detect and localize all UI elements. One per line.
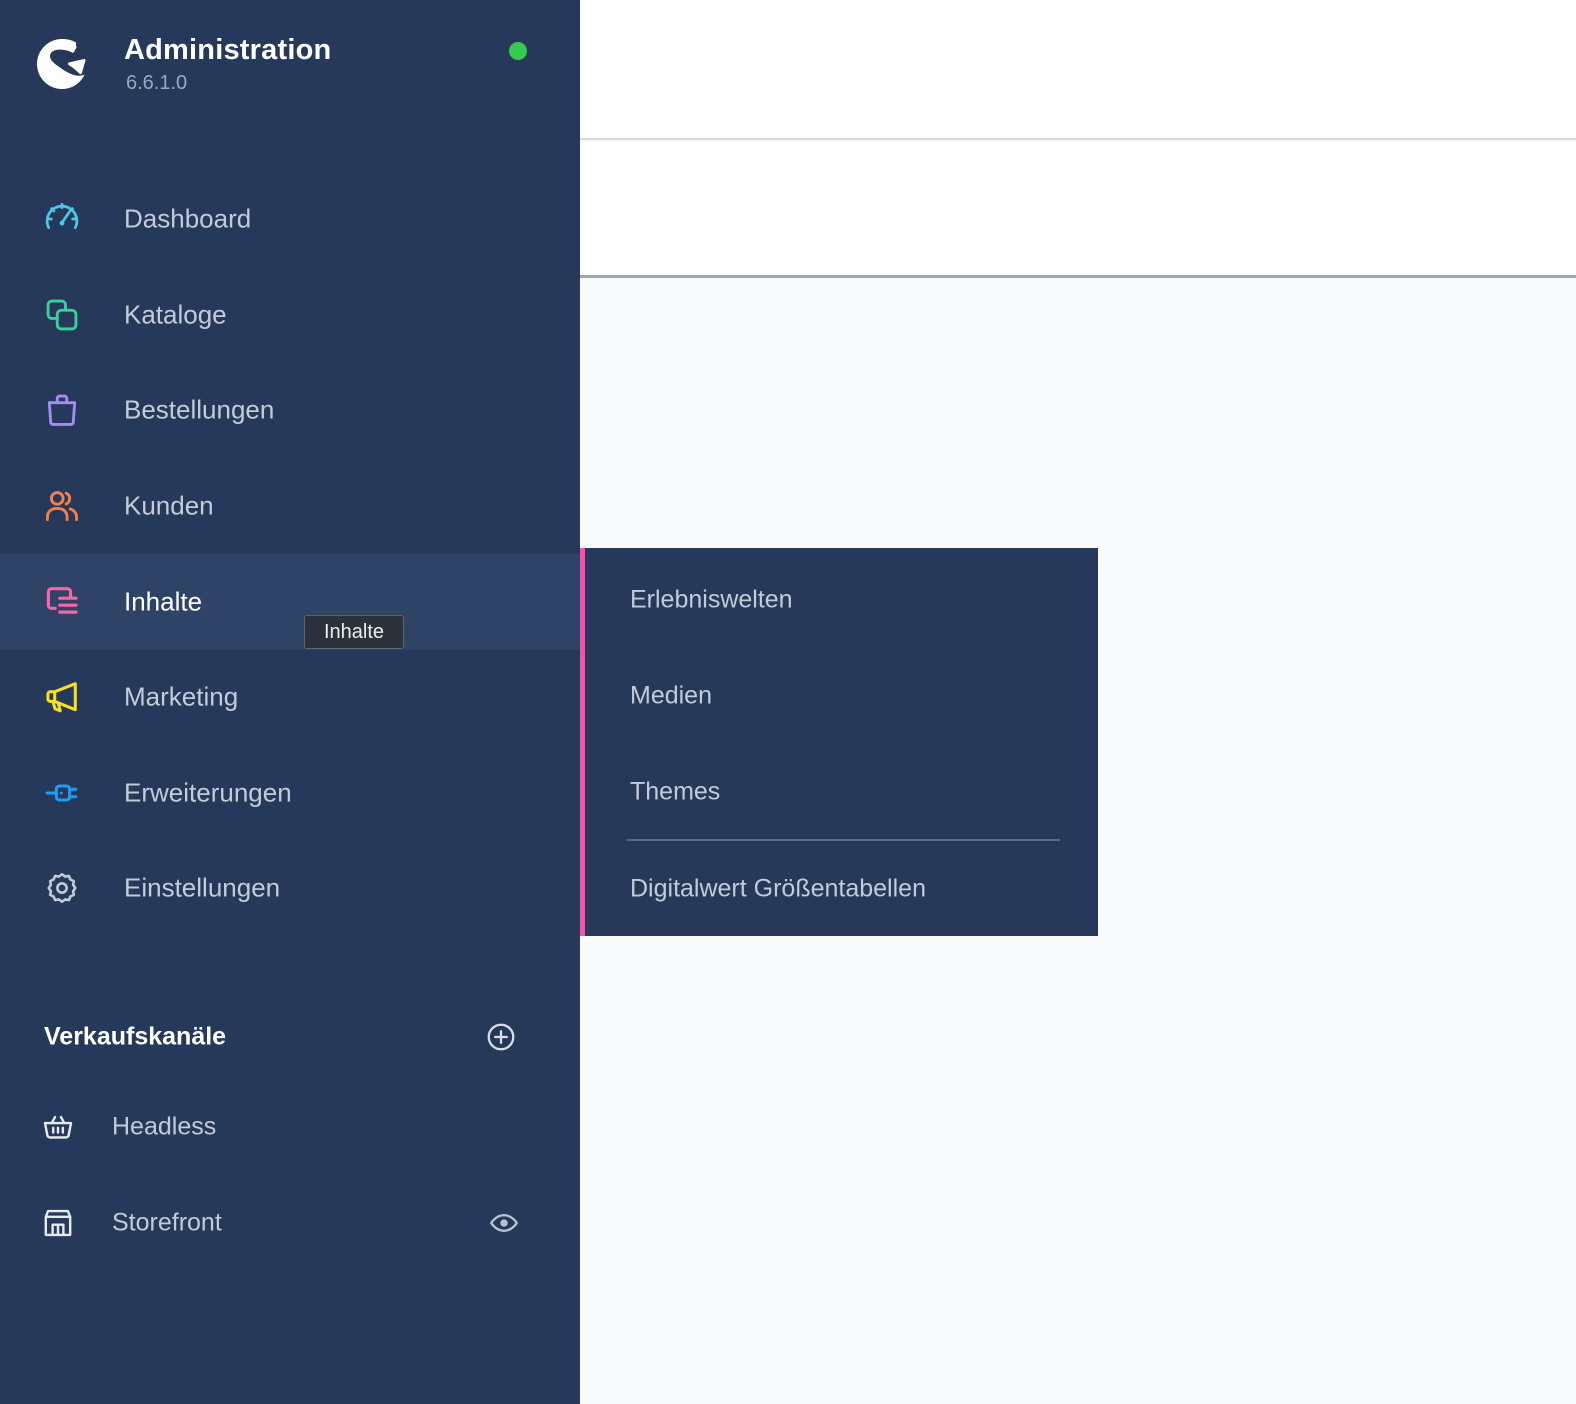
content-subbar [580,142,1576,278]
tooltip-text: Inhalte [324,621,384,644]
sidebar-item-label: Storefront [112,1209,222,1238]
megaphone-icon [42,677,82,717]
sidebar: Administration 6.6.1.0 Dashboard [0,0,580,1404]
sidebar-item-erweiterungen[interactable]: Erweiterungen [0,745,580,841]
status-dot-online [509,42,527,60]
eye-icon[interactable] [489,1208,519,1238]
content-topbar [580,0,1576,140]
speedometer-icon [42,199,82,239]
plug-icon [42,773,82,813]
flyout-item-label: Digitalwert Größentabellen [630,875,926,904]
app-title: Administration [124,34,331,67]
sidebar-item-label: Headless [112,1113,216,1142]
flyout-item-label: Medien [630,682,712,711]
sidebar-item-label: Dashboard [124,204,251,235]
sidebar-item-label: Inhalte [124,587,202,618]
sidebar-item-dashboard[interactable]: Dashboard [0,171,580,267]
flyout-item-label: Themes [630,778,720,807]
sales-channels-title: Verkaufskanäle [44,1023,226,1052]
sidebar-header: Administration 6.6.1.0 [0,0,580,140]
sidebar-item-kunden[interactable]: Kunden [0,458,580,554]
flyout-item-medien[interactable]: Medien [585,648,1098,744]
shopware-logo-icon [30,32,94,96]
sidebar-item-label: Kataloge [124,300,227,331]
tooltip-inhalte: Inhalte [304,615,404,649]
admin-window: Administration 6.6.1.0 Dashboard [0,0,1576,1404]
flyout-item-digitalwert-groessentabellen[interactable]: Digitalwert Größentabellen [585,841,1098,937]
copy-squares-icon [42,295,82,335]
flyout-divider [627,839,1060,841]
sidebar-item-marketing[interactable]: Marketing [0,649,580,745]
sidebar-item-inhalte[interactable]: Inhalte [0,554,580,650]
sidebar-item-label: Marketing [124,682,238,713]
sidebar-item-label: Bestellungen [124,395,274,426]
users-icon [42,486,82,526]
sidebar-item-einstellungen[interactable]: Einstellungen [0,840,580,936]
sidebar-item-headless[interactable]: Headless [0,1085,580,1169]
plus-circle-icon[interactable] [485,1021,517,1053]
sidebar-item-kataloge[interactable]: Kataloge [0,267,580,363]
flyout-submenu-inhalte: Erlebniswelten Medien Themes Digitalwert… [580,548,1098,936]
flyout-item-label: Erlebniswelten [630,586,793,615]
flyout-item-themes[interactable]: Themes [585,744,1098,840]
sidebar-item-storefront[interactable]: Storefront [0,1181,580,1265]
flyout-item-erlebniswelten[interactable]: Erlebniswelten [585,552,1098,648]
storefront-icon [40,1205,76,1241]
sidebar-item-label: Erweiterungen [124,778,292,809]
sidebar-item-label: Einstellungen [124,873,280,904]
sales-channels-header: Verkaufskanäle [0,1006,580,1068]
shopping-bag-icon [42,390,82,430]
sidebar-item-label: Kunden [124,491,214,522]
basket-icon [40,1109,76,1145]
app-version: 6.6.1.0 [126,72,187,95]
gear-icon [42,868,82,908]
sidebar-item-bestellungen[interactable]: Bestellungen [0,362,580,458]
content-list-icon [42,582,82,622]
